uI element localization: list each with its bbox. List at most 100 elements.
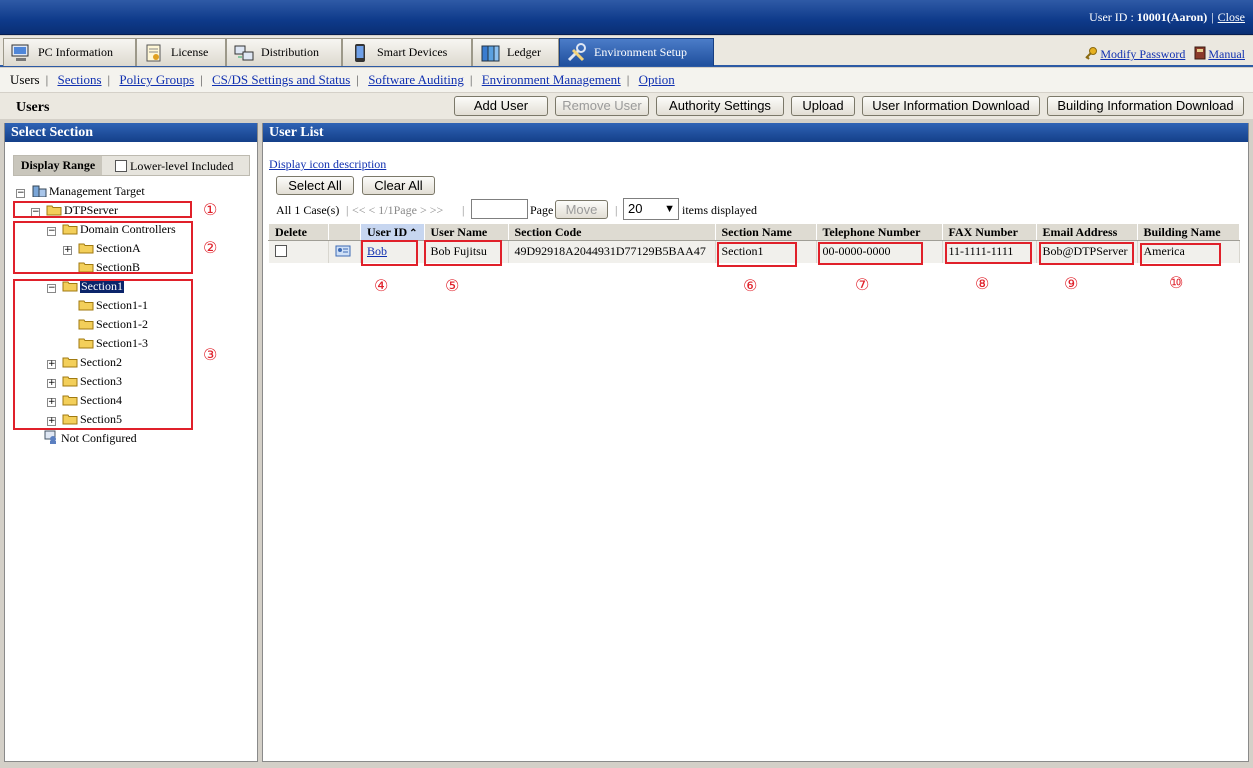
- key-icon: [1084, 46, 1098, 60]
- callout-8: ⑧: [975, 274, 990, 293]
- callout-3: ③: [203, 345, 218, 364]
- remove-user-button[interactable]: Remove User: [555, 96, 649, 116]
- tab-label: License: [171, 45, 209, 59]
- page-label: Page: [530, 203, 554, 217]
- user-info: User ID : 10001(Aaron) | Close: [1089, 10, 1245, 25]
- col-user-id-label: User ID: [367, 224, 408, 239]
- col-telephone: Telephone Number: [815, 223, 943, 241]
- top-bar: User ID : 10001(Aaron) | Close: [0, 0, 1253, 35]
- subnav-sections[interactable]: Sections: [57, 72, 101, 87]
- items-per-page-select[interactable]: 20 ▼: [623, 198, 679, 220]
- user-card-icon[interactable]: [335, 244, 351, 258]
- pager-divider: |: [615, 203, 618, 217]
- close-link[interactable]: Close: [1218, 10, 1245, 24]
- lower-level-checkbox[interactable]: [115, 160, 127, 172]
- tab-label: Smart Devices: [377, 45, 448, 59]
- user-id-label: User ID :: [1089, 10, 1137, 24]
- separator: |: [1211, 10, 1214, 24]
- pager-nav[interactable]: << < 1/1Page > >>: [352, 203, 443, 218]
- tools-icon: [566, 42, 588, 63]
- tab-smart-devices[interactable]: Smart Devices: [342, 38, 472, 66]
- display-range-label: Display Range: [14, 156, 102, 175]
- display-range-bar: Display Range Lower-level Included: [13, 155, 250, 176]
- tab-ledger[interactable]: Ledger: [472, 38, 559, 66]
- tab-pc-information[interactable]: PC Information: [3, 38, 136, 66]
- left-panel-title: Select Section: [5, 123, 257, 142]
- right-panel-title: User List: [263, 123, 1248, 142]
- icon-cell: [328, 240, 361, 263]
- display-icon-description-link[interactable]: Display icon description: [269, 157, 386, 172]
- callout-4: ④: [374, 276, 389, 295]
- col-section-code: Section Code: [507, 223, 716, 241]
- sort-ascending-icon: ⌃: [409, 227, 418, 239]
- ledger-icon: [479, 43, 501, 63]
- subnav-software-auditing[interactable]: Software Auditing: [368, 72, 464, 87]
- col-delete: Delete: [268, 223, 329, 241]
- tab-label: PC Information: [38, 45, 113, 59]
- right-panel: [262, 123, 1249, 762]
- col-fax: FAX Number: [941, 223, 1037, 241]
- highlight-box-4: [361, 240, 418, 266]
- highlight-box-10: [1140, 243, 1221, 266]
- callout-7: ⑦: [855, 275, 870, 294]
- sub-navigation: Users | Sections | Policy Groups | CS/DS Se…: [0, 68, 1253, 92]
- tab-license[interactable]: License: [136, 38, 226, 66]
- upload-button[interactable]: Upload: [791, 96, 855, 116]
- delete-checkbox[interactable]: [274, 245, 287, 258]
- case-count: All 1 Case(s): [276, 203, 340, 217]
- highlight-box-7: [818, 242, 923, 265]
- building-icon: [31, 184, 47, 198]
- chevron-down-icon: ▼: [664, 203, 675, 215]
- items-per-page-value: 20: [628, 201, 643, 216]
- building-info-download-button[interactable]: Building Information Download: [1047, 96, 1244, 116]
- highlight-box-5: [424, 240, 502, 266]
- tree-label: Management Target: [49, 184, 145, 198]
- distribution-icon: [233, 43, 255, 63]
- col-icon: [328, 223, 361, 241]
- table-header-row: Delete User ID ⌃ User Name Section Code S…: [268, 223, 1240, 241]
- add-user-button[interactable]: Add User: [454, 96, 548, 116]
- tree-label: Not Configured: [61, 431, 137, 445]
- manual-link[interactable]: Manual: [1208, 47, 1245, 61]
- page-number-input[interactable]: [471, 199, 528, 219]
- callout-1: ①: [203, 200, 218, 219]
- license-icon: [143, 43, 165, 63]
- clear-all-button[interactable]: Clear All: [362, 176, 435, 195]
- subnav-environment-management[interactable]: Environment Management: [482, 72, 621, 87]
- authority-settings-button[interactable]: Authority Settings: [656, 96, 784, 116]
- tab-distribution[interactable]: Distribution: [226, 38, 342, 66]
- highlight-box-2: [13, 221, 193, 274]
- items-displayed-label: items displayed: [682, 203, 757, 217]
- section-code-cell: 49D92918A2044931D77129B5BAA47: [508, 240, 716, 263]
- user-info-download-button[interactable]: User Information Download: [862, 96, 1040, 116]
- subnav-csds-settings[interactable]: CS/DS Settings and Status: [212, 72, 350, 87]
- tree-node-management-target[interactable]: − Management Target: [16, 182, 145, 200]
- collapse-icon[interactable]: −: [16, 189, 25, 198]
- smartphone-icon: [349, 43, 371, 63]
- main-tab-bar: PC Information License Distribution Smar…: [0, 36, 1253, 67]
- highlight-box-1: [13, 201, 192, 218]
- highlight-box-6: [717, 242, 797, 267]
- tab-label: Ledger: [507, 45, 541, 59]
- pc-icon: [10, 43, 32, 63]
- lower-level-checkbox-group[interactable]: Lower-level Included: [115, 159, 233, 174]
- user-id-value: 10001(Aaron): [1136, 10, 1208, 24]
- highlight-box-9: [1039, 242, 1134, 265]
- lower-level-label: Lower-level Included: [130, 159, 234, 173]
- col-user-name: User Name: [423, 223, 509, 241]
- col-user-id[interactable]: User ID ⌃: [360, 223, 425, 241]
- tree-node-not-configured[interactable]: Not Configured: [43, 429, 137, 447]
- highlight-box-3: [13, 279, 193, 430]
- select-all-button[interactable]: Select All: [276, 176, 354, 195]
- modify-password-link[interactable]: Modify Password: [1100, 47, 1185, 61]
- move-button[interactable]: Move: [555, 200, 608, 219]
- tab-environment-setup[interactable]: Environment Setup: [559, 38, 714, 66]
- subnav-option[interactable]: Option: [639, 72, 675, 87]
- tab-label: Distribution: [261, 45, 320, 59]
- manual-book-icon: [1194, 46, 1206, 60]
- callout-10: ⑩: [1169, 273, 1184, 292]
- col-building: Building Name: [1136, 223, 1240, 241]
- col-section-name: Section Name: [714, 223, 817, 241]
- tab-label: Environment Setup: [594, 45, 687, 59]
- subnav-policy-groups[interactable]: Policy Groups: [119, 72, 194, 87]
